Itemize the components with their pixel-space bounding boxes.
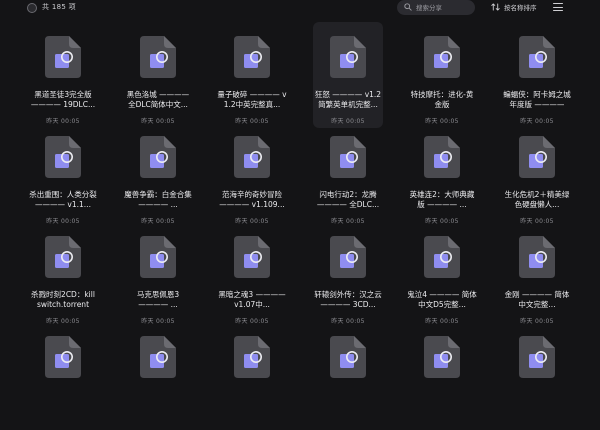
torrent-file-icon [519,136,555,178]
torrent-file-icon [330,236,366,278]
torrent-file-icon [234,36,270,78]
file-item[interactable]: 黑色洛城 ———— 全DLC简体中文... 昨天 00:05 [123,22,193,128]
file-name: 英雄连2：大师典藏版 ———— ... [409,190,475,209]
file-name: 杀出重围：人类分裂 ———— v1.1... [29,190,97,209]
menu-icon[interactable] [553,3,563,12]
file-name: 范海辛的奇妙冒险 ———— v1.109... [219,190,285,209]
file-item[interactable]: 魔兽争霸：白金合集 ———— ... 昨天 00:05 [123,122,193,228]
search-placeholder: 搜索分享 [416,4,442,12]
file-item[interactable] [28,322,98,428]
file-item[interactable]: 杀戮时刻2CD：kill switch.torrent 昨天 00:05 [28,222,98,328]
file-item[interactable]: 轩辕剑外传：汉之云 ———— 3CD... 昨天 00:05 [313,222,383,328]
file-item[interactable]: 鬼泣4 ———— 简体中文D5完整... 昨天 00:05 [407,222,477,328]
file-item[interactable]: 闪电行动2：龙腾 ———— 全DLC... 昨天 00:05 [313,122,383,228]
file-name: 黑道圣徒3完全版———— 19DLC... [30,90,96,109]
toolbar: 共 185 项 搜索分享 按名称排序 [0,0,600,18]
torrent-file-icon [519,336,555,378]
torrent-file-icon [45,236,81,278]
file-name: 蝙蝠侠：阿卡姆之城年度版 ———— [503,90,571,109]
file-item[interactable] [407,322,477,428]
sort-icon [491,3,500,11]
file-name: 杀戮时刻2CD：kill switch.torrent [31,290,95,309]
torrent-file-icon [234,136,270,178]
file-item[interactable]: 金刚 ———— 简体中文完整... 昨天 00:05 [502,222,572,328]
torrent-file-icon [424,236,460,278]
file-item[interactable]: 英雄连2：大师典藏版 ———— ... 昨天 00:05 [407,122,477,228]
search-input[interactable]: 搜索分享 [397,0,475,15]
torrent-file-icon [140,236,176,278]
file-item[interactable]: 杀出重围：人类分裂 ———— v1.1... 昨天 00:05 [28,122,98,228]
file-item[interactable] [502,322,572,428]
file-name: 金刚 ———— 简体中文完整... [504,290,570,309]
file-item[interactable]: 量子破碎 ———— v1.2中英完整真... 昨天 00:05 [217,22,287,128]
torrent-file-icon [519,236,555,278]
torrent-file-icon [45,36,81,78]
file-name: 生化危机2＋精美绿色硬盘懒人... [504,190,570,209]
torrent-file-icon [45,136,81,178]
file-item[interactable]: 特技摩托：进化-黄金版 昨天 00:05 [407,22,477,128]
torrent-file-icon [330,336,366,378]
torrent-file-icon [140,336,176,378]
torrent-file-icon [140,136,176,178]
file-item[interactable]: 黑暗之魂3 ———— v1.07中... 昨天 00:05 [217,222,287,328]
file-name: 黑暗之魂3 ———— v1.07中... [218,290,286,309]
file-name: 魔兽争霸：白金合集 ———— ... [124,190,192,209]
file-item[interactable] [313,322,383,428]
file-name: 轩辕剑外传：汉之云 ———— 3CD... [314,290,382,309]
file-name: 狂怒 ———— v1.2 简繁英单机完整... [314,90,382,109]
select-all-checkbox[interactable] [27,3,37,13]
file-item[interactable] [123,322,193,428]
torrent-file-icon [519,36,555,78]
file-name: 特技摩托：进化-黄金版 [410,90,474,109]
sort-label: 按名称排序 [504,4,537,12]
torrent-file-icon [424,136,460,178]
file-name: 鬼泣4 ———— 简体中文D5完整... [407,290,477,309]
torrent-file-icon [330,36,366,78]
file-name: 闪电行动2：龙腾 ———— 全DLC... [316,190,380,209]
torrent-file-icon [234,336,270,378]
torrent-file-icon [330,136,366,178]
file-item[interactable]: 蝙蝠侠：阿卡姆之城年度版 ———— 昨天 00:05 [502,22,572,128]
file-name: 黑色洛城 ———— 全DLC简体中文... [126,90,190,109]
file-browser: 共 185 项 搜索分享 按名称排序 黑道圣徒3完全版———— 19DLC...… [0,0,600,430]
file-item[interactable]: 马克思佩恩3 ———— ... 昨天 00:05 [123,222,193,328]
torrent-file-icon [234,236,270,278]
torrent-file-icon [424,336,460,378]
item-count: 共 185 项 [42,3,76,11]
file-item[interactable] [217,322,287,428]
file-item[interactable]: 狂怒 ———— v1.2 简繁英单机完整... 昨天 00:05 [313,22,383,128]
file-name: 马克思佩恩3 ———— ... [136,290,180,309]
torrent-file-icon [140,36,176,78]
file-name: 量子破碎 ———— v1.2中英完整真... [217,90,287,109]
torrent-file-icon [45,336,81,378]
torrent-file-icon [424,36,460,78]
file-item[interactable]: 黑道圣徒3完全版———— 19DLC... 昨天 00:05 [28,22,98,128]
search-icon [404,3,412,11]
file-item[interactable]: 生化危机2＋精美绿色硬盘懒人... 昨天 00:05 [502,122,572,228]
file-item[interactable]: 范海辛的奇妙冒险 ———— v1.109... 昨天 00:05 [217,122,287,228]
